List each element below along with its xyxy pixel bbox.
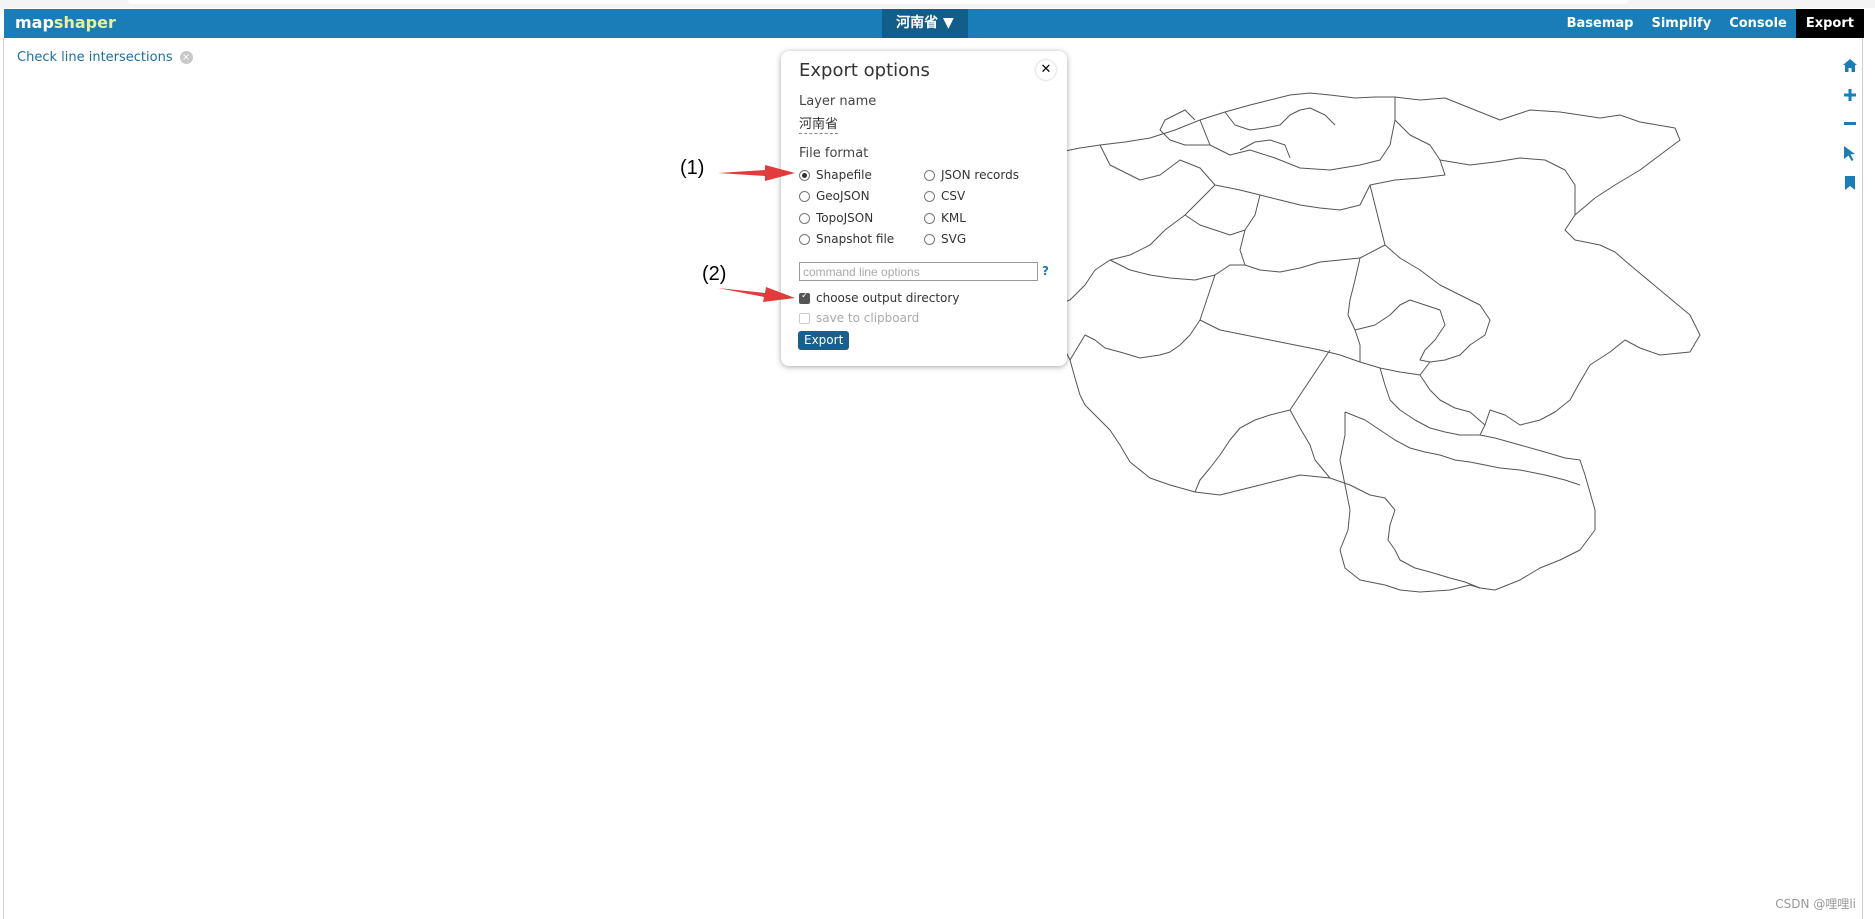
format-topojson[interactable]: TopoJSON: [799, 211, 873, 225]
radio-kml[interactable]: [924, 212, 935, 224]
region-line: [1379, 367, 1480, 436]
format-label[interactable]: KML: [941, 211, 966, 225]
format-csv[interactable]: CSV: [924, 189, 965, 203]
format-label[interactable]: Snapshot file: [816, 232, 894, 246]
main-nav: Basemap Simplify Console Export: [1558, 9, 1864, 38]
check-line-intersections-label[interactable]: Check line intersections: [17, 50, 173, 65]
format-label[interactable]: SVG: [941, 232, 966, 246]
zoom-in-icon[interactable]: [1835, 85, 1865, 105]
region-line: [1069, 274, 1216, 361]
format-geojson[interactable]: GeoJSON: [799, 189, 870, 203]
logo-prefix: map: [15, 13, 54, 32]
close-circle-icon[interactable]: ×: [179, 51, 193, 64]
region-line: [1354, 299, 1446, 363]
file-format-label: File format: [799, 146, 869, 161]
logo-accent: shaper: [53, 13, 116, 32]
format-snapshot[interactable]: Snapshot file: [799, 232, 894, 246]
export-button[interactable]: Export: [798, 331, 850, 350]
format-label[interactable]: GeoJSON: [816, 189, 870, 203]
annotation-arrows: [718, 165, 795, 302]
region-line: [1044, 144, 1216, 323]
province-outline: [1004, 92, 1701, 591]
radio-svg[interactable]: [924, 233, 935, 245]
nav-console[interactable]: Console: [1720, 9, 1796, 38]
checkbox-label[interactable]: choose output directory: [816, 291, 959, 305]
app-logo: mapshaper: [15, 13, 116, 32]
region-line: [1199, 97, 1396, 171]
radio-topojson[interactable]: [799, 212, 810, 224]
pointer-icon[interactable]: [1835, 143, 1865, 163]
nav-basemap[interactable]: Basemap: [1558, 9, 1643, 38]
browser-top-strip-inner: [128, 0, 1628, 4]
close-icon[interactable]: ✕: [1036, 60, 1056, 80]
panel-title: Export options: [799, 60, 930, 81]
export-options-panel: Export options ✕ Layer name 河南省 File for…: [781, 51, 1067, 366]
nav-simplify[interactable]: Simplify: [1642, 9, 1720, 38]
format-json-records[interactable]: JSON records: [924, 168, 1019, 182]
choose-output-directory-option[interactable]: choose output directory: [799, 291, 959, 305]
radio-json-records[interactable]: [924, 169, 935, 181]
command-line-input[interactable]: [799, 262, 1038, 281]
region-line: [1214, 119, 1446, 211]
radio-snapshot[interactable]: [799, 233, 810, 245]
arrow-2: [718, 287, 795, 302]
map-canvas[interactable]: [1000, 90, 1760, 710]
region-line: [1194, 409, 1291, 493]
nav-export[interactable]: Export: [1795, 9, 1864, 38]
watermark: CSDN @哩哩li: [1775, 897, 1856, 911]
region-line: [1369, 184, 1491, 363]
format-kml[interactable]: KML: [924, 211, 966, 225]
radio-shapefile[interactable]: [799, 169, 810, 181]
save-to-clipboard-option: save to clipboard: [799, 311, 919, 325]
region-line: [1419, 374, 1486, 426]
format-label[interactable]: TopoJSON: [816, 211, 873, 225]
region-line: [1184, 214, 1246, 236]
format-label[interactable]: JSON records: [941, 168, 1019, 182]
browser-top-strip: [0, 0, 1875, 8]
region-line: [1344, 411, 1581, 486]
region-line: [1289, 349, 1331, 479]
clipboard-checkbox: [799, 312, 810, 324]
right-border: [1862, 38, 1863, 919]
checkbox-label: save to clipboard: [816, 311, 920, 325]
layer-name-label: Layer name: [799, 94, 877, 109]
left-border: [3, 38, 4, 919]
region-line: [1109, 259, 1245, 281]
check-line-intersections[interactable]: Check line intersections ×: [17, 50, 193, 65]
home-icon[interactable]: [1835, 55, 1865, 75]
region-line: [1199, 319, 1431, 376]
app-header: mapshaper 河南省 ▼ Basemap Simplify Console…: [4, 9, 1864, 38]
zoom-out-icon[interactable]: [1835, 114, 1865, 134]
radio-geojson[interactable]: [799, 190, 810, 202]
bookmark-icon[interactable]: [1835, 173, 1865, 193]
output-dir-checkbox[interactable]: [799, 291, 810, 304]
format-label[interactable]: Shapefile: [816, 168, 872, 182]
help-icon[interactable]: ?: [1042, 264, 1049, 278]
region-line: [1439, 157, 1576, 215]
arrow-1: [718, 165, 795, 181]
format-label[interactable]: CSV: [941, 189, 965, 203]
layer-menu-button[interactable]: 河南省 ▼: [882, 9, 968, 38]
format-svg[interactable]: SVG: [924, 232, 966, 246]
region-line: [1347, 257, 1361, 362]
region-line: [1224, 107, 1336, 131]
format-shapefile[interactable]: Shapefile: [799, 168, 872, 182]
radio-csv[interactable]: [924, 190, 935, 202]
layer-name-field[interactable]: 河南省: [799, 113, 839, 134]
